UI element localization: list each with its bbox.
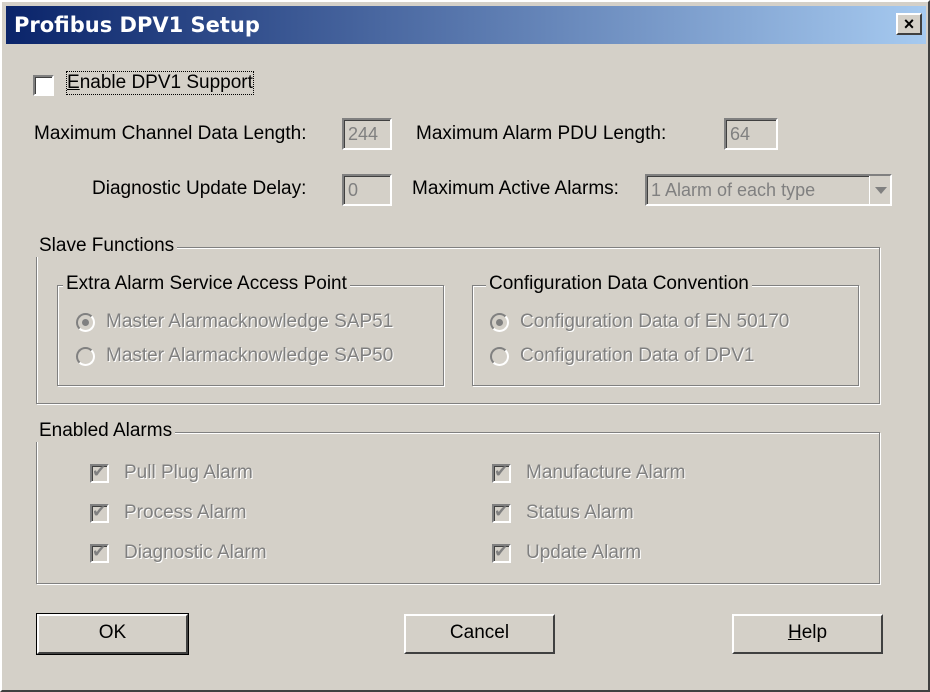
diagnostic-alarm-checkbox[interactable]: ✔ <box>90 542 109 563</box>
enable-dpv1-checkbox[interactable] <box>33 75 54 96</box>
sap50-label: Master Alarmacknowledge SAP50 <box>106 345 394 366</box>
sap-group <box>57 285 444 386</box>
title-bar: Profibus DPV1 Setup × <box>6 6 926 44</box>
config-dpv1-radio[interactable] <box>490 347 509 366</box>
config-en50170-label: Configuration Data of EN 50170 <box>520 311 790 332</box>
pull-plug-alarm-label: Pull Plug Alarm <box>124 462 253 483</box>
max-active-alarms-value: 1 Alarm of each type <box>651 180 816 200</box>
update-alarm-label: Update Alarm <box>526 542 642 563</box>
help-mnemonic: H <box>787 622 802 643</box>
close-icon: × <box>903 14 915 34</box>
max-active-alarms-dropdown[interactable]: 1 Alarm of each type <box>645 174 892 206</box>
enabled-alarms-title: Enabled Alarms <box>36 420 176 442</box>
dialog-window: Profibus DPV1 Setup × Enable DPV1 Suppor… <box>0 0 930 692</box>
max-channel-data-length-field[interactable]: 244 <box>342 118 392 150</box>
config-en50170-radio[interactable] <box>490 313 509 332</box>
max-alarm-pdu-length-field[interactable]: 64 <box>724 118 778 150</box>
pull-plug-alarm-checkbox[interactable]: ✔ <box>90 462 109 483</box>
manufacture-alarm-label: Manufacture Alarm <box>526 462 686 483</box>
enable-dpv1-mnemonic: E <box>67 72 80 93</box>
diagnostic-alarm-label: Diagnostic Alarm <box>124 542 267 563</box>
diagnostic-update-delay-label: Diagnostic Update Delay: <box>92 178 307 199</box>
process-alarm-checkbox[interactable]: ✔ <box>90 502 109 523</box>
cancel-button[interactable]: Cancel <box>404 614 555 654</box>
check-icon: ✔ <box>494 542 509 561</box>
chevron-down-icon[interactable] <box>869 176 890 204</box>
close-button[interactable]: × <box>896 13 922 35</box>
enable-dpv1-label-rest: nable DPV1 Support <box>79 72 253 93</box>
help-button[interactable]: Help <box>732 614 883 654</box>
max-active-alarms-label: Maximum Active Alarms: <box>412 178 619 199</box>
process-alarm-label: Process Alarm <box>124 502 247 523</box>
slave-functions-title: Slave Functions <box>36 235 178 257</box>
enable-dpv1-label[interactable]: Enable DPV1 Support <box>66 71 254 95</box>
check-icon: ✔ <box>92 502 107 521</box>
max-channel-data-length-label: Maximum Channel Data Length: <box>34 123 307 144</box>
diagnostic-update-delay-field[interactable]: 0 <box>342 174 392 206</box>
sap51-radio[interactable] <box>76 313 95 332</box>
check-icon: ✔ <box>494 502 509 521</box>
sap-group-title: Extra Alarm Service Access Point <box>63 273 350 295</box>
check-icon: ✔ <box>92 542 107 561</box>
sap51-label: Master Alarmacknowledge SAP51 <box>106 311 394 332</box>
status-alarm-checkbox[interactable]: ✔ <box>492 502 511 523</box>
ok-button[interactable]: OK <box>36 613 189 655</box>
sap50-radio[interactable] <box>76 347 95 366</box>
status-alarm-label: Status Alarm <box>526 502 634 523</box>
help-label-rest: elp <box>801 622 828 643</box>
config-data-group <box>472 285 859 386</box>
max-alarm-pdu-length-label: Maximum Alarm PDU Length: <box>416 123 667 144</box>
manufacture-alarm-checkbox[interactable]: ✔ <box>492 462 511 483</box>
check-icon: ✔ <box>92 462 107 481</box>
config-data-group-title: Configuration Data Convention <box>486 273 752 295</box>
config-dpv1-label: Configuration Data of DPV1 <box>520 345 755 366</box>
check-icon: ✔ <box>494 462 509 481</box>
update-alarm-checkbox[interactable]: ✔ <box>492 542 511 563</box>
dialog-title: Profibus DPV1 Setup <box>14 13 260 37</box>
